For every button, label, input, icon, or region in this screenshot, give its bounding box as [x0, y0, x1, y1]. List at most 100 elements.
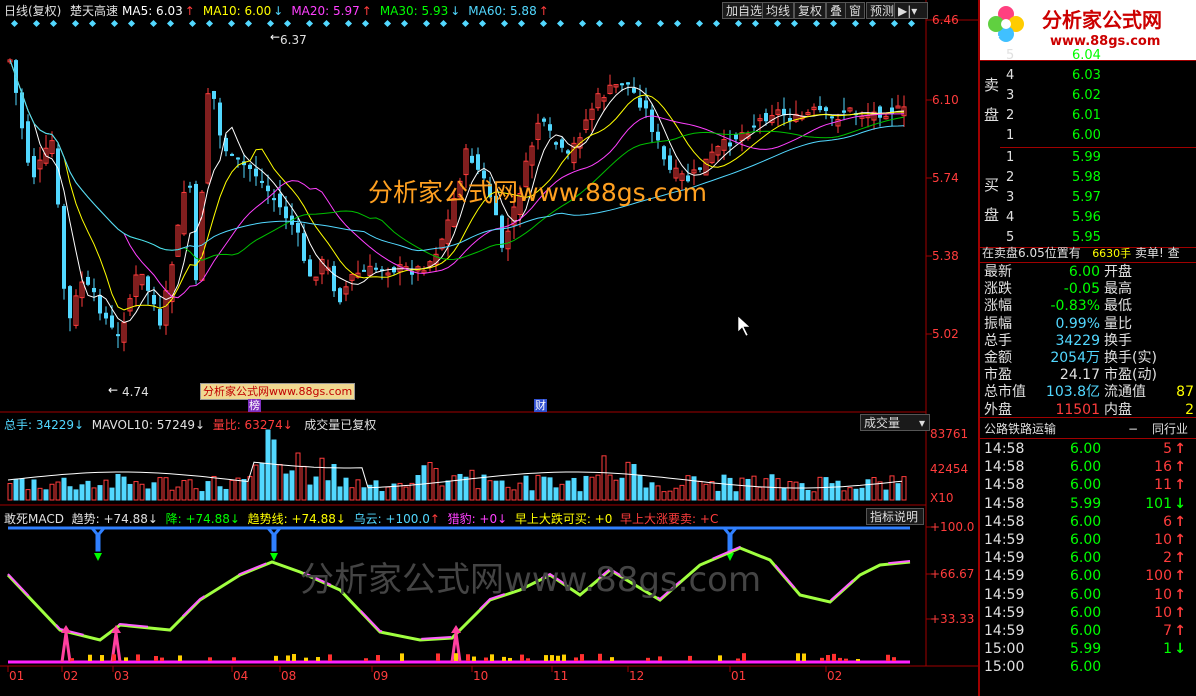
signal-bar — [292, 654, 296, 661]
tick-row: 14:59 6.00 2 ↑ — [984, 550, 1186, 567]
candle — [656, 131, 660, 141]
signal-bar — [304, 657, 308, 661]
toolbar-button[interactable]: 窗 — [845, 2, 866, 19]
volume-bar — [121, 476, 127, 501]
volume-bar — [379, 491, 385, 501]
volume-bar — [553, 487, 559, 501]
candle — [878, 106, 882, 118]
volume-bar — [115, 473, 121, 501]
signal-bar — [376, 655, 380, 661]
signal-bar — [316, 657, 320, 661]
signal-bar — [454, 653, 458, 661]
candle — [248, 164, 252, 170]
candle — [98, 295, 102, 314]
candle — [218, 102, 222, 136]
up-arrow-icon: ↑ — [1174, 441, 1186, 457]
volume-bar — [31, 479, 37, 501]
toolbar-button[interactable]: 均线 — [762, 2, 795, 19]
signal-bar — [100, 655, 104, 661]
sell-side-label: 卖盘 — [984, 76, 1000, 124]
period-label[interactable]: 日线(复权) — [4, 4, 61, 18]
toolbar-button[interactable]: 加自选 — [722, 2, 767, 19]
volume-bar — [715, 490, 721, 501]
sell-level[interactable]: 2 6.01 — [980, 106, 1196, 126]
indicator-watermark: 分析家公式网www.88gs.com — [300, 560, 762, 600]
volume-bar — [283, 473, 289, 501]
candle — [86, 276, 90, 285]
volume-bar — [79, 484, 85, 501]
candle — [332, 265, 336, 292]
signal-bar — [718, 655, 722, 661]
volume-bar — [781, 487, 787, 501]
volume-bar — [43, 489, 49, 501]
volume-bar — [97, 485, 103, 501]
signal-bar — [796, 653, 800, 661]
sector-dropdown-icon[interactable]: − — [1128, 422, 1138, 436]
signal-bar — [802, 653, 806, 661]
low-annotation: 4.74 — [122, 385, 149, 399]
candle — [266, 185, 270, 192]
up-arrow-icon: ↑ — [1174, 532, 1186, 548]
event-label-cai[interactable]: 财 — [534, 399, 547, 412]
sell-alert[interactable]: 在卖盘6.05位置有 6630手 卖单! 查 — [982, 245, 1196, 261]
candle — [62, 206, 66, 289]
volume-bar — [361, 487, 367, 501]
toolbar-button[interactable]: 复权 — [794, 2, 827, 19]
volume-bar — [883, 489, 889, 501]
candle — [662, 146, 666, 160]
buy-level[interactable]: 4 5.96 — [980, 208, 1196, 228]
up-arrow-icon: ↑ — [1174, 513, 1186, 530]
stock-name: 楚天高速 — [70, 4, 119, 18]
up-arrow-icon: ↑ — [1174, 586, 1186, 603]
x-axis-label: 02 — [827, 669, 842, 683]
tick-row: 14:58 6.00 11 ↑ — [984, 477, 1186, 494]
volume-bar — [241, 479, 247, 501]
buy-level[interactable]: 3 5.97 — [980, 188, 1196, 208]
volume-bar — [631, 464, 637, 501]
up-arrow-icon: ↑ — [1174, 550, 1186, 567]
candle — [254, 168, 258, 177]
up-arrow-icon: ↑ — [1174, 568, 1186, 585]
peer-tab[interactable]: 同行业 — [1152, 422, 1188, 436]
volume-bar — [895, 483, 901, 501]
candle — [668, 155, 672, 170]
indicator-name: 敢死MACD — [4, 512, 64, 526]
ma-legend: MA5: 6.03 ↑ MA10: 6.00 ↓ MA20: 5.97 ↑ MA30: 5.… — [122, 4, 557, 18]
event-label-bang[interactable]: 榜 — [248, 399, 261, 412]
up-arrow-icon: ↑ — [1174, 477, 1186, 494]
volume-bar — [853, 488, 859, 501]
volume-ratio: 量比: 63274 — [212, 418, 283, 432]
candle — [392, 267, 396, 273]
indicator-help-button[interactable]: 指标说明 — [866, 508, 924, 525]
sell-level[interactable]: 1 6.00 — [980, 126, 1196, 146]
volume-bar — [19, 478, 25, 501]
candle — [830, 116, 834, 119]
candle — [68, 286, 72, 319]
quote-row: 总市值 103.8亿 流通值 87 — [984, 384, 1194, 401]
signal-bar — [598, 653, 602, 661]
signal-bar — [274, 655, 278, 661]
signal-bar — [886, 654, 890, 661]
buy-level[interactable]: 1 5.99 — [980, 148, 1196, 168]
volume-bar — [583, 475, 589, 501]
indicator-legend: 敢死MACD 趋势: +74.88↓ 降: +74.88↓ 趋势线: +74.8… — [4, 512, 719, 526]
sell-level[interactable]: 4 6.03 — [980, 66, 1196, 86]
volume-bar — [307, 484, 313, 501]
volume-axis-label: X10 — [930, 491, 954, 505]
candle — [152, 295, 156, 305]
candle — [500, 215, 504, 248]
signal-bar — [178, 655, 182, 661]
sell-level[interactable]: 3 6.02 — [980, 86, 1196, 106]
volume-bar — [67, 486, 73, 501]
volume-bar — [799, 483, 805, 501]
sell-level[interactable]: 5 6.04 — [980, 46, 1196, 66]
candle — [188, 185, 192, 188]
signal-bar — [328, 654, 332, 661]
volume-indicator-dropdown[interactable]: 成交量 ▾ — [860, 414, 930, 431]
sector-name[interactable]: 公路铁路运输 — [984, 422, 1056, 436]
buy-level[interactable]: 2 5.98 — [980, 168, 1196, 188]
toolbar-button[interactable]: 叠 — [826, 2, 847, 19]
volume-bar — [217, 486, 223, 501]
expand-panel-icon[interactable]: ▶|▾ — [894, 2, 928, 19]
signal-bar — [208, 657, 212, 661]
